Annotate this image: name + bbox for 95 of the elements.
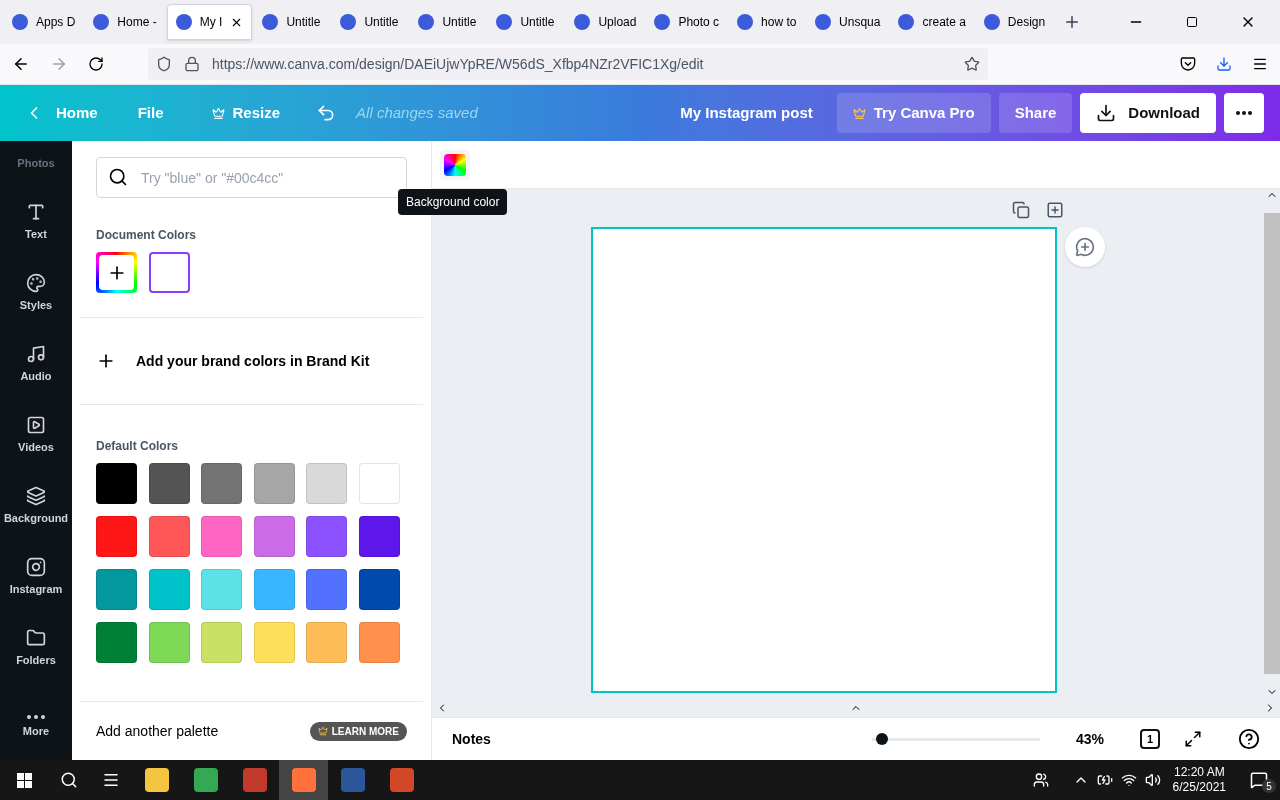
browser-tab[interactable]: Design — [975, 4, 1054, 40]
search-icon — [108, 167, 128, 187]
zoom-slider-thumb[interactable] — [876, 732, 889, 745]
browser-tab[interactable]: create a — [890, 4, 974, 40]
download-icon — [1096, 103, 1117, 123]
section-title: Default Colors — [96, 438, 179, 455]
share-button[interactable]: Share — [998, 93, 1073, 133]
more-icon — [27, 714, 45, 719]
fullscreen-icon[interactable] — [1184, 730, 1202, 748]
add-page-icon[interactable] — [1046, 201, 1064, 219]
side-nav-item[interactable]: Text — [0, 171, 72, 242]
brand-kit-link[interactable]: Add your brand colors in Brand Kit — [136, 350, 370, 372]
browser-tab[interactable]: Upload — [566, 4, 645, 40]
search-icon[interactable] — [60, 771, 78, 789]
browser-tab[interactable]: Untitle — [410, 4, 487, 40]
notification-badge: 5 — [1262, 779, 1276, 793]
reload-icon[interactable] — [88, 56, 104, 72]
pocket-icon[interactable] — [1180, 56, 1196, 72]
restore-icon[interactable] — [1186, 16, 1198, 28]
tab-favicon — [898, 14, 915, 30]
clock-time[interactable]: 12:20 AM — [1173, 765, 1225, 780]
color-swatch[interactable] — [149, 252, 190, 293]
tab-favicon — [418, 14, 435, 30]
more-button[interactable] — [1224, 93, 1264, 133]
browser-tab[interactable]: how to — [729, 4, 806, 40]
tooltip: Background color — [398, 189, 508, 215]
learn-more-button[interactable]: LEARN MORE — [309, 721, 407, 741]
side-nav-item[interactable]: Photos — [0, 141, 72, 171]
page-count-button[interactable]: 1 — [1140, 729, 1160, 749]
browser-tab[interactable]: Untitle — [254, 4, 331, 40]
browser-tab[interactable]: Home - — [85, 4, 165, 40]
side-nav-item[interactable]: Audio — [0, 313, 72, 384]
comment-button[interactable] — [1065, 227, 1105, 267]
help-icon[interactable] — [1238, 728, 1260, 750]
side-nav-item[interactable]: Styles — [0, 242, 72, 313]
crown-icon — [852, 106, 866, 120]
side-nav-item[interactable]: Videos — [0, 384, 72, 455]
address-bar[interactable]: https://www.canva.com/design/DAEiUjwYpRE/W56dS_Xfbp4NZr2VFIC1Xg/edit — [148, 48, 988, 80]
folder-icon — [26, 627, 46, 648]
bookmark-icon[interactable] — [964, 56, 980, 72]
browser-tab[interactable]: Untitle — [488, 4, 565, 40]
zoom-reading: 43% — [1076, 729, 1106, 749]
back-icon[interactable] — [12, 55, 30, 73]
tab-favicon — [340, 14, 357, 30]
browser-tab[interactable]: Untitle — [332, 4, 409, 40]
browser-tab[interactable]: Photo c — [646, 4, 728, 40]
taskbar-app-icon[interactable] — [144, 768, 169, 792]
volume-icon[interactable] — [1144, 772, 1161, 788]
browser-tab[interactable]: Unsqua — [807, 4, 889, 40]
tab-favicon — [654, 14, 671, 30]
palette-icon — [26, 272, 46, 293]
tab-favicon — [93, 14, 110, 30]
music-icon — [26, 343, 46, 364]
download-icon[interactable] — [1216, 56, 1232, 72]
tab-favicon — [496, 14, 513, 30]
try-pro-button[interactable]: Try Canva Pro — [836, 93, 991, 133]
clock-date[interactable]: 6/25/2021 — [1172, 780, 1226, 795]
tab-favicon — [175, 14, 192, 30]
browser-tab[interactable]: Apps D — [4, 4, 84, 40]
crown-icon — [317, 726, 328, 736]
side-nav-item[interactable]: Instagram — [0, 526, 72, 597]
side-nav-item[interactable]: Background — [0, 455, 72, 526]
video-icon — [26, 414, 46, 435]
add-color-button[interactable] — [96, 252, 137, 293]
more-icon — [1236, 111, 1252, 115]
tab-favicon — [815, 14, 832, 30]
people-icon[interactable] — [1032, 772, 1049, 788]
camera-icon — [26, 556, 46, 577]
save-status: All changes saved — [356, 102, 478, 123]
tab-favicon — [574, 14, 591, 30]
side-nav-item[interactable]: More — [0, 668, 72, 739]
tab-favicon — [983, 14, 1000, 30]
duplicate-page-icon[interactable] — [1012, 201, 1030, 219]
side-nav-item[interactable]: Folders — [0, 597, 72, 668]
notifications-icon[interactable] — [1250, 771, 1268, 789]
url-text: https://www.canva.com/design/DAEiUjwYpRE/W56dS_Xfbp4NZr2VFIC1Xg/edit — [212, 54, 705, 74]
comment-icon — [1075, 237, 1095, 257]
notes-button[interactable]: Notes — [452, 728, 491, 750]
menu-icon[interactable] — [1252, 56, 1268, 72]
design-title[interactable]: My Instagram post — [680, 101, 813, 125]
section-title: Document Colors — [96, 227, 197, 244]
browser-tab[interactable]: My I — [166, 4, 253, 40]
taskbar-app-icon[interactable] — [193, 768, 218, 792]
wifi-icon[interactable] — [1120, 772, 1137, 788]
tab-favicon — [737, 14, 754, 30]
download-button[interactable]: Download — [1080, 93, 1216, 133]
battery-icon[interactable] — [1096, 772, 1113, 788]
lock-icon — [184, 56, 200, 72]
add-palette-label: Add another palette — [96, 721, 219, 741]
crown-icon — [211, 106, 225, 120]
color-search-field[interactable]: Try "blue" or "#00c4cc" — [96, 157, 407, 198]
background-color-button[interactable] — [440, 149, 470, 180]
shield-icon — [156, 56, 172, 72]
tab-favicon — [12, 14, 28, 30]
tab-favicon — [262, 14, 279, 30]
